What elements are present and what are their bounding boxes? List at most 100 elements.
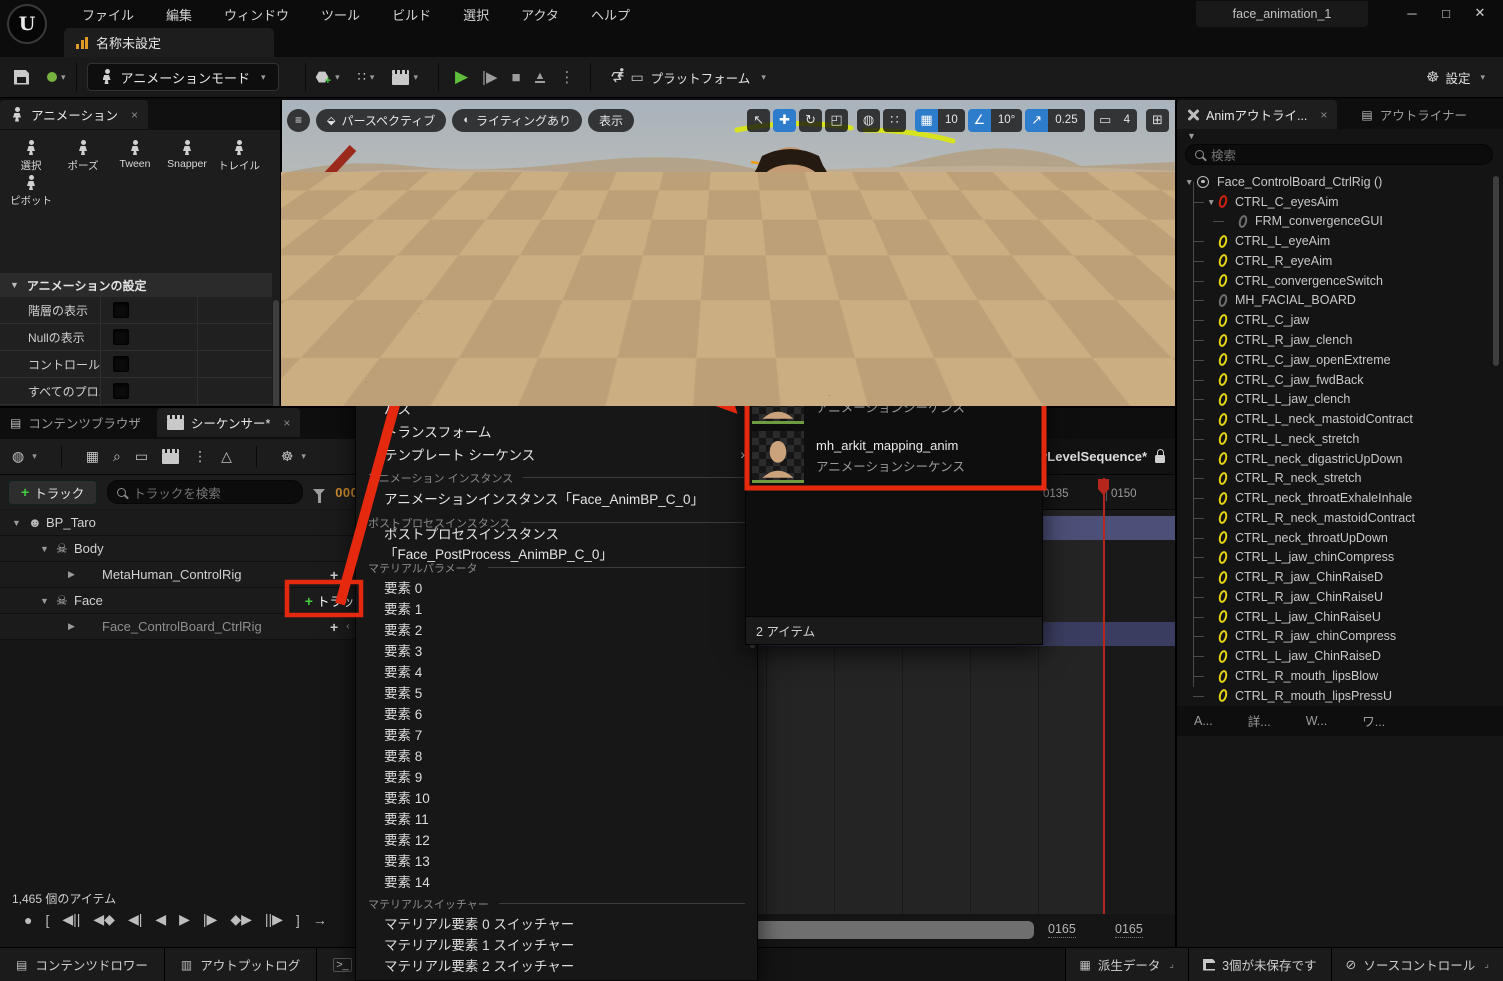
camera-icon[interactable]: ▭ <box>135 448 148 465</box>
menu-item-element[interactable]: 要素 0 <box>356 576 757 597</box>
more-options-icon[interactable]: ⋮ <box>193 448 207 465</box>
filter-icon[interactable] <box>313 489 325 496</box>
outliner-node[interactable]: CTRL_C_jaw <box>1177 310 1489 330</box>
anim-tool-button[interactable]: トレイル <box>218 140 260 173</box>
unsaved-button[interactable]: 3個が未保存です <box>1188 948 1330 981</box>
outliner-node[interactable]: CTRL_L_jaw_clench <box>1177 389 1489 409</box>
menu-item-element[interactable]: 要素 14 <box>356 870 757 891</box>
menu-item-switcher[interactable]: マテリアル要素 3 スイッチャー <box>356 975 757 981</box>
unreal-logo-icon[interactable]: U <box>7 4 47 44</box>
panel-tab[interactable]: W... <box>1289 706 1338 735</box>
expander-icon[interactable]: ▼ <box>1185 177 1197 187</box>
menu-item[interactable]: トランスフォーム › <box>356 419 757 442</box>
rotate[interactable]: ↻ <box>799 109 822 132</box>
lit-dropdown[interactable]: ◐ライティングあり <box>452 109 582 132</box>
anim-tool-button[interactable]: ポーズ <box>62 140 104 173</box>
outliner-node[interactable]: CTRL_R_jaw_ChinRaiseU <box>1177 587 1489 607</box>
close-button[interactable]: ✕ <box>1463 0 1497 26</box>
menu-item-element[interactable]: 要素 4 <box>356 660 757 681</box>
transport-button[interactable]: ||▶ <box>265 911 283 928</box>
tab-outliner[interactable]: ▤ アウトライナー <box>1351 100 1477 129</box>
outliner-node[interactable]: CTRL_C_jaw_openExtreme <box>1177 350 1489 370</box>
derived-data-button[interactable]: ▦ 派生データ ⌟ <box>1065 948 1189 981</box>
outliner-node[interactable]: CTRL_L_neck_stretch <box>1177 429 1489 449</box>
outliner-node[interactable]: CTRL_R_neck_stretch <box>1177 468 1489 488</box>
viewport-menu-icon[interactable]: ≡ <box>287 109 310 132</box>
expander-icon[interactable]: ▶ <box>68 569 84 580</box>
save-button[interactable] <box>14 70 29 85</box>
transport-button[interactable]: ] <box>296 912 300 928</box>
menu-item-switcher[interactable]: マテリアル要素 1 スイッチャー <box>356 933 757 954</box>
menu-item-anim-instance[interactable]: アニメーションインスタンス「Face_AnimBP_C_0」 <box>356 486 757 510</box>
render-movie-icon[interactable] <box>162 453 179 464</box>
blueprints-button[interactable]: ∷▾ <box>358 69 375 85</box>
snap-value[interactable]: 10° <box>991 109 1022 132</box>
menu-item-element[interactable]: 要素 9 <box>356 765 757 786</box>
outliner-node[interactable]: CTRL_neck_throatExhaleInhale <box>1177 488 1489 508</box>
tab-anim-outliner[interactable]: Animアウトライ... × <box>1177 100 1337 129</box>
actions-icon[interactable]: △ <box>221 448 232 465</box>
menu-item-switcher[interactable]: マテリアル要素 2 スイッチャー <box>356 954 757 975</box>
outliner-node[interactable]: ▼ CTRL_C_eyesAim <box>1177 192 1489 212</box>
transport-button[interactable]: ◀| <box>128 911 142 928</box>
outliner-node[interactable]: CTRL_R_eyeAim <box>1177 251 1489 271</box>
maximize-button[interactable]: □ <box>1429 0 1463 26</box>
outliner-node[interactable]: CTRL_neck_throatUpDown <box>1177 528 1489 548</box>
transport-button[interactable]: |▶ <box>203 911 217 928</box>
folder-view-icon[interactable] <box>999 343 1013 353</box>
outliner-node[interactable]: FRM_convergenceGUI <box>1177 212 1489 232</box>
settings-wrench-dropdown[interactable]: ☸▾ <box>281 448 306 465</box>
menu-item-element[interactable]: 要素 7 <box>356 723 757 744</box>
step-forward-button[interactable]: |▶ <box>482 68 497 86</box>
transport-button[interactable]: [ <box>45 912 49 928</box>
content-drawer-button[interactable]: ▤ コンテンツドロワー <box>0 948 165 981</box>
menubar-item[interactable]: ビルド <box>378 0 445 29</box>
expander-icon[interactable]: ▼ <box>40 544 56 554</box>
outliner-node[interactable]: CTRL_L_jaw_ChinRaiseU <box>1177 607 1489 627</box>
menubar-item[interactable]: ツール <box>307 0 374 29</box>
close-icon[interactable]: × <box>283 416 290 430</box>
anim-tool-button[interactable]: ピボット <box>10 175 52 208</box>
show-dropdown[interactable]: 表示 <box>588 109 634 132</box>
menubar-item[interactable]: アクタ <box>507 0 573 29</box>
menu-item-element[interactable]: 要素 1 <box>356 597 757 618</box>
expander-icon[interactable]: ▶ <box>68 621 84 632</box>
transport-button[interactable]: ● <box>24 912 32 928</box>
menubar-item[interactable]: 編集 <box>152 0 206 29</box>
outliner-node[interactable]: ▼ Face_ControlBoard_CtrlRig () <box>1177 172 1489 192</box>
outliner-options-expander[interactable]: ▼ <box>1177 129 1503 143</box>
outliner-node[interactable]: CTRL_C_jaw_fwdBack <box>1177 370 1489 390</box>
outliner-node[interactable]: CTRL_neck_digastricUpDown <box>1177 449 1489 469</box>
transport-button[interactable]: ◆▶ <box>230 911 252 928</box>
snap-icon[interactable]: ▦ <box>915 109 938 132</box>
outliner-node[interactable]: CTRL_R_neck_mastoidContract <box>1177 508 1489 528</box>
source-control-button[interactable]: ⊘ ソースコントロール ⌟ <box>1331 948 1503 981</box>
scale-snap[interactable]: ↗ 0.25 <box>1025 109 1084 132</box>
outliner-node[interactable]: MH_FACIAL_BOARD <box>1177 291 1489 311</box>
menu-item-element[interactable]: 要素 2 <box>356 618 757 639</box>
lock-icon[interactable] <box>1155 455 1165 463</box>
view-end-frame-field[interactable]: 0165 <box>1048 922 1076 938</box>
tab-sequencer[interactable]: シーケンサー* × <box>157 408 301 437</box>
snap-icon[interactable]: ∠ <box>968 109 991 132</box>
menu-item-element[interactable]: 要素 11 <box>356 807 757 828</box>
menu-item-element[interactable]: 要素 12 <box>356 828 757 849</box>
surface-snap-toggle[interactable]: ∷ <box>883 109 906 132</box>
transport-button[interactable]: ◀|| <box>62 911 80 928</box>
anim-tool-button[interactable]: Snapper <box>166 140 208 173</box>
outliner-node[interactable]: CTRL_R_jaw_chinCompress <box>1177 627 1489 647</box>
anim-tool-button[interactable]: 選択 <box>10 140 52 173</box>
menu-item-element[interactable]: 要素 6 <box>356 702 757 723</box>
close-icon[interactable]: × <box>1320 108 1327 122</box>
transport-button[interactable]: ◀ <box>155 911 166 928</box>
sequence-name[interactable]: wLevelSequence* <box>1037 449 1147 464</box>
track-search-input[interactable]: トラックを検索 <box>107 480 303 504</box>
anim-tool-button[interactable]: Tween <box>114 140 156 173</box>
outliner-node[interactable]: CTRL_L_jaw_ChinRaiseD <box>1177 646 1489 666</box>
editor-mode-dropdown[interactable]: ▾ <box>47 72 66 83</box>
menu-item[interactable]: 親子付け › <box>356 350 757 373</box>
select[interactable]: ↖ <box>747 109 770 132</box>
expander-icon[interactable]: ▼ <box>40 596 56 606</box>
panel-tab[interactable]: ワ... <box>1345 706 1395 735</box>
working-end-frame-field[interactable]: 0165 <box>1115 922 1143 938</box>
